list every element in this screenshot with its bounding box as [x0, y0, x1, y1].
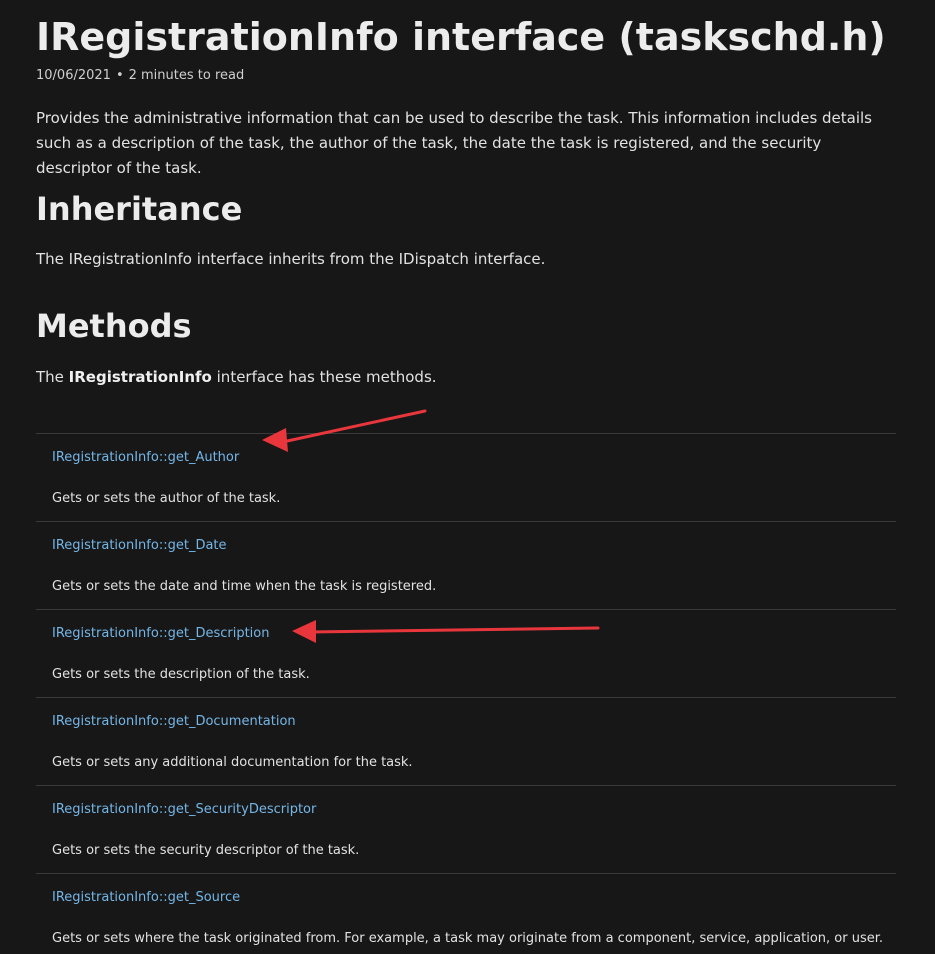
table-row: IRegistrationInfo::get_Author Gets or se… — [36, 433, 896, 521]
table-row: IRegistrationInfo::get_Source Gets or se… — [36, 873, 896, 954]
method-link-get-date[interactable]: IRegistrationInfo::get_Date — [52, 538, 227, 553]
methods-heading: Methods — [36, 307, 192, 345]
page-title: IRegistrationInfo interface (taskschd.h) — [36, 15, 886, 59]
meta-separator: • — [115, 68, 124, 83]
method-description: Gets or sets the author of the task. — [52, 491, 281, 506]
inheritance-text: The IRegistrationInfo interface inherits… — [36, 250, 546, 268]
method-link-get-author[interactable]: IRegistrationInfo::get_Author — [52, 450, 239, 465]
methods-intro: The IRegistrationInfo interface has thes… — [36, 368, 437, 386]
table-row: IRegistrationInfo::get_SecurityDescripto… — [36, 785, 896, 873]
methods-intro-interface: IRegistrationInfo — [68, 368, 212, 386]
methods-table: IRegistrationInfo::get_Author Gets or se… — [36, 433, 896, 954]
intro-paragraph: Provides the administrative information … — [36, 109, 872, 177]
methods-intro-prefix: The — [36, 368, 69, 386]
read-time: 2 minutes to read — [128, 68, 245, 83]
method-link-get-documentation[interactable]: IRegistrationInfo::get_Documentation — [52, 714, 296, 729]
method-description: Gets or sets any additional documentatio… — [52, 755, 413, 770]
table-row: IRegistrationInfo::get_Documentation Get… — [36, 697, 896, 785]
method-link-get-description[interactable]: IRegistrationInfo::get_Description — [52, 626, 269, 641]
article-metadata: 10/06/2021 • 2 minutes to read — [36, 68, 244, 83]
method-link-get-source[interactable]: IRegistrationInfo::get_Source — [52, 890, 240, 905]
methods-intro-suffix: interface has these methods. — [211, 368, 437, 386]
method-description: Gets or sets where the task originated f… — [52, 931, 884, 946]
table-row: IRegistrationInfo::get_Date Gets or sets… — [36, 521, 896, 609]
inheritance-heading: Inheritance — [36, 190, 243, 228]
method-description: Gets or sets the security descriptor of … — [52, 843, 360, 858]
table-row: IRegistrationInfo::get_Description Gets … — [36, 609, 896, 697]
method-link-get-securitydescriptor[interactable]: IRegistrationInfo::get_SecurityDescripto… — [52, 802, 316, 817]
publish-date: 10/06/2021 — [36, 68, 111, 83]
method-description: Gets or sets the description of the task… — [52, 667, 310, 682]
method-description: Gets or sets the date and time when the … — [52, 579, 437, 594]
